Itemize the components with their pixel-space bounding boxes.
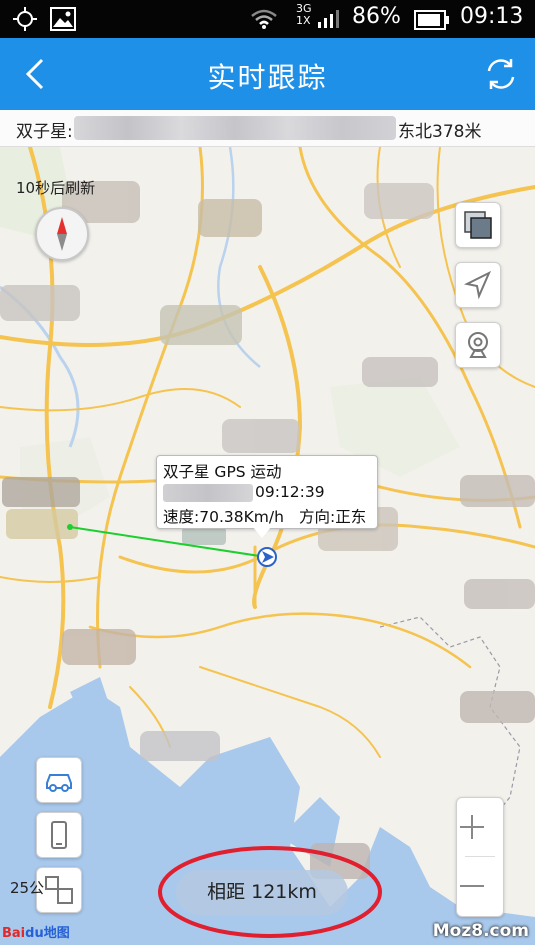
compass-button[interactable] — [35, 207, 89, 261]
locate-button[interactable] — [455, 262, 501, 308]
baidu-logo: Baidu地图 — [2, 922, 70, 941]
network-label: 3G 1X — [296, 2, 312, 27]
map-layers-button[interactable] — [455, 202, 501, 248]
map-view[interactable]: 10秒后刷新 双子星 GPS 运动 09:12:39 速度:70.38Km/h … — [0, 147, 535, 945]
baidu-logo-text: Bai — [2, 926, 26, 941]
page-title: 实时跟踪 — [207, 61, 328, 94]
car-icon — [46, 774, 72, 792]
popup-pointer — [253, 527, 271, 538]
gps-icon — [13, 7, 37, 31]
phone-icon — [51, 821, 67, 849]
redacted-address — [74, 116, 396, 140]
target-info-bar: 双子星: 东北378米 — [0, 110, 535, 147]
wifi-icon — [251, 9, 277, 29]
phone-mode-button[interactable] — [36, 812, 82, 858]
compass-icon — [57, 217, 67, 251]
redacted-date — [163, 484, 253, 502]
clock: 09:13 — [460, 4, 524, 29]
satellite-layer-icon — [464, 211, 492, 239]
target-distance: 东北378米 — [398, 122, 482, 142]
map-scale: 25公 — [10, 879, 45, 897]
image-icon — [50, 7, 76, 31]
baidu-logo-suffix: du地图 — [25, 926, 70, 941]
popup-title: 双子星 GPS 运动 — [163, 463, 282, 481]
signal-icon — [318, 10, 339, 28]
navigation-arrow-icon — [463, 270, 492, 300]
swap-icon — [45, 876, 73, 904]
distance-pill: 相距 121km — [176, 870, 348, 915]
refresh-countdown: 10秒后刷新 — [16, 179, 96, 197]
battery-icon — [414, 10, 449, 30]
webcam-icon — [468, 332, 488, 358]
camera-button[interactable] — [455, 322, 501, 368]
vehicle-mode-button[interactable] — [36, 757, 82, 803]
refresh-icon[interactable] — [483, 56, 519, 92]
watermark: Moz8.com — [432, 921, 529, 941]
zoom-in-button[interactable] — [457, 798, 503, 856]
vehicle-marker[interactable] — [257, 547, 277, 567]
popup-time: 09:12:39 — [255, 483, 325, 501]
target-name-label: 双子星: — [16, 122, 73, 142]
location-popup: 双子星 GPS 运动 09:12:39 速度:70.38Km/h 方向:正东 — [156, 455, 378, 538]
popup-direction: 方向:正东 — [299, 508, 367, 526]
popup-speed: 速度:70.38Km/h — [163, 508, 284, 526]
battery-percent: 86% — [352, 4, 401, 29]
app-header: 实时跟踪 — [0, 38, 535, 110]
zoom-out-button[interactable] — [457, 857, 503, 915]
plus-icon — [460, 815, 484, 839]
zoom-control — [456, 797, 504, 917]
status-bar: 3G 1X 86% 09:13 — [0, 0, 535, 38]
minus-icon — [460, 885, 484, 887]
